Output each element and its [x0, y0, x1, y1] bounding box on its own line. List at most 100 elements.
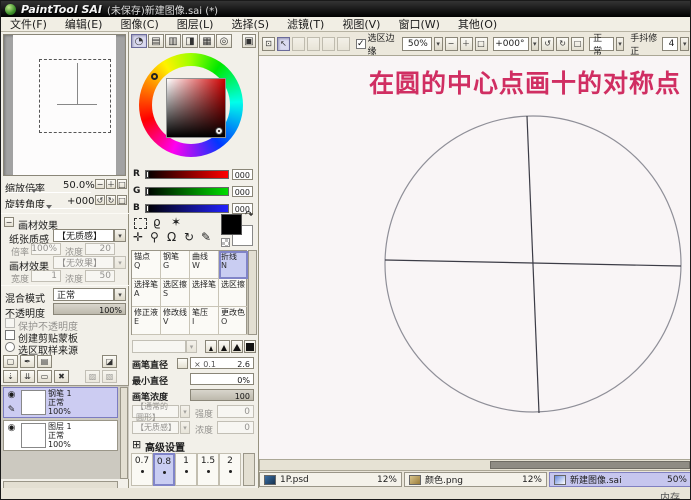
brush-edge-square-button[interactable] — [244, 340, 256, 353]
clipping-group-checkbox[interactable] — [5, 330, 15, 340]
stabilizer-field[interactable]: 4 — [662, 37, 678, 51]
size-preset-0.8[interactable]: 0.8 — [153, 453, 175, 486]
eyedropper-tool[interactable]: ✎ — [201, 230, 211, 244]
brush-density-slider[interactable]: 100 — [190, 389, 254, 401]
brush-edge-hard-button[interactable] — [231, 340, 243, 353]
selection-edge-checkbox[interactable]: ✓ — [356, 39, 366, 49]
new-layer-button[interactable]: ▢ — [3, 355, 18, 368]
stabilizer-dropdown-button[interactable]: ▾ — [680, 37, 689, 51]
delete-layer-button[interactable]: ✖ — [54, 370, 69, 383]
zoom-tool[interactable]: ⚲ — [150, 230, 159, 244]
view-zoom-field[interactable]: 50% — [402, 37, 432, 51]
size-presets-vscrollbar[interactable] — [243, 453, 255, 486]
merge-down-button[interactable]: ⇊ — [20, 370, 35, 383]
menu-file[interactable]: 文件(F) — [1, 16, 56, 32]
color-panel-menu-button[interactable]: ▣ — [242, 34, 256, 48]
size-preset-2[interactable]: 2 — [219, 453, 241, 486]
layer-visibility-toggle[interactable]: ◉ — [8, 388, 16, 403]
brush-edge-soft-button[interactable] — [205, 340, 217, 353]
reset-view-tool[interactable]: ↻ — [184, 230, 194, 244]
nav-zoom-in-button[interactable]: ＋ — [106, 179, 116, 189]
tool-grid-vscrollbar[interactable] — [248, 250, 257, 335]
nav-zoom-reset-button[interactable]: □ — [117, 179, 127, 189]
advanced-settings-expand-icon[interactable]: ⊞ — [132, 438, 141, 451]
nav-zoom-slider[interactable] — [7, 192, 91, 193]
transparent-color-button[interactable] — [221, 238, 230, 247]
menu-others[interactable]: 其他(O) — [449, 16, 506, 32]
quick-blend-dropdown-button[interactable]: ▾ — [616, 37, 625, 51]
brush-edge-medium-button[interactable] — [218, 340, 230, 353]
nav-rotate-ccw-button[interactable]: ↺ — [95, 195, 105, 205]
tool-curve[interactable]: 曲线W — [190, 251, 219, 279]
rotate-canvas-tool[interactable]: Ω — [167, 230, 176, 244]
tool-anchor[interactable]: 锚点Q — [132, 251, 161, 279]
tab-1p-psd[interactable]: 1P.psd 12% — [259, 472, 402, 487]
nav-zoom-out-button[interactable]: − — [95, 179, 105, 189]
paper-texture-select[interactable]: 【无质感】 — [53, 229, 114, 242]
tab-color-png[interactable]: 颜色.png 12% — [404, 472, 547, 487]
size-preset-1.5[interactable]: 1.5 — [197, 453, 219, 486]
tool-polyline[interactable]: 折线N — [219, 251, 248, 279]
zoom-out-button[interactable]: − — [445, 37, 458, 51]
menu-filter[interactable]: 滤镜(T) — [278, 16, 333, 32]
g-slider[interactable] — [145, 187, 229, 196]
opacity-slider[interactable]: 100% — [53, 303, 126, 315]
quick-tool-a-button[interactable]: ⊡ — [262, 37, 275, 51]
navigator-preview[interactable] — [3, 34, 126, 176]
rotate-ccw-button[interactable]: ↺ — [541, 37, 554, 51]
menu-image[interactable]: 图像(C) — [111, 16, 167, 32]
color-wheel-toggle[interactable]: ◔ — [131, 34, 147, 48]
view-angle-dropdown-button[interactable]: ▾ — [531, 37, 540, 51]
layer-visibility-toggle[interactable]: ◉ — [8, 421, 16, 436]
size-preset-0.7[interactable]: 0.7 — [131, 453, 153, 486]
nav-rotate-reset-button[interactable]: □ — [117, 195, 127, 205]
swap-colors-icon[interactable]: ↷ — [245, 210, 253, 221]
quick-blend-field[interactable]: 正常 — [589, 37, 614, 51]
new-linework-layer-button[interactable]: ✒ — [20, 355, 35, 368]
transfer-down-button[interactable]: ⇣ — [3, 370, 18, 383]
tool-edit-line[interactable]: 修改线V — [161, 307, 190, 335]
hsv-slider-toggle[interactable]: ▥ — [165, 34, 181, 48]
layer-row-normal[interactable]: ◉ 图层 1 正常 100% — [3, 420, 118, 451]
magic-wand-tool[interactable]: ✶ — [171, 215, 181, 229]
diameter-unit-button[interactable] — [177, 358, 188, 369]
rotate-reset-button[interactable]: □ — [571, 37, 584, 51]
blend-mode-select[interactable]: 正常 — [53, 288, 114, 301]
tool-select-eraser[interactable]: 选区擦S — [161, 279, 190, 307]
paper-texture-dropdown-button[interactable]: ▾ — [114, 229, 126, 242]
tool-select-pen[interactable]: 选择笔A — [132, 279, 161, 307]
tool-pen[interactable]: 钢笔G — [161, 251, 190, 279]
zoom-in-button[interactable]: ＋ — [460, 37, 473, 51]
lasso-tool[interactable]: ϱ — [153, 215, 161, 229]
tool-select-pen-2[interactable]: 选择笔 — [190, 279, 219, 307]
material-collapse-button[interactable]: − — [4, 217, 14, 227]
menu-edit[interactable]: 编辑(E) — [56, 16, 112, 32]
view-zoom-dropdown-button[interactable]: ▾ — [434, 37, 443, 51]
menu-layer[interactable]: 图层(L) — [168, 16, 223, 32]
scratchpad-toggle[interactable]: ◎ — [216, 34, 232, 48]
size-preset-1[interactable]: 1 — [175, 453, 197, 486]
tab-new-image-sai[interactable]: 新建图像.sai 50% — [549, 472, 691, 487]
zoom-reset-button[interactable]: □ — [475, 37, 488, 51]
view-angle-field[interactable]: +000° — [493, 37, 529, 51]
canvas-hscrollbar[interactable] — [259, 459, 691, 471]
layer-row-linework[interactable]: ◉ ✎ 钢笔 1 正常 100% — [3, 387, 118, 418]
canvas-surface[interactable]: 在圆的中心点画十的对称点 — [259, 56, 691, 459]
rotate-cw-button[interactable]: ↻ — [556, 37, 569, 51]
tool-pressure[interactable]: 笔压I — [190, 307, 219, 335]
rgb-slider-toggle[interactable]: ▤ — [148, 34, 164, 48]
saturation-value-square[interactable] — [166, 78, 226, 138]
clear-layer-button[interactable]: ▭ — [37, 370, 52, 383]
min-diameter-slider[interactable]: 0% — [190, 373, 254, 385]
move-tool[interactable]: ✛ — [133, 230, 143, 244]
brush-diameter-slider[interactable]: × 0.1 2.6 — [190, 357, 254, 369]
blend-mode-dropdown-button[interactable]: ▾ — [114, 288, 126, 301]
quick-tool-b-button[interactable]: ↖ — [277, 37, 290, 51]
rect-select-tool[interactable] — [134, 218, 147, 229]
tool-select-eraser-2[interactable]: 选区擦 — [219, 279, 248, 307]
color-mixer-toggle[interactable]: ◨ — [182, 34, 198, 48]
menu-select[interactable]: 选择(S) — [222, 16, 278, 32]
advanced-settings-label[interactable]: 高级设置 — [145, 439, 185, 454]
menu-window[interactable]: 窗口(W) — [389, 16, 448, 32]
new-layer-folder-button[interactable]: ▤ — [37, 355, 52, 368]
